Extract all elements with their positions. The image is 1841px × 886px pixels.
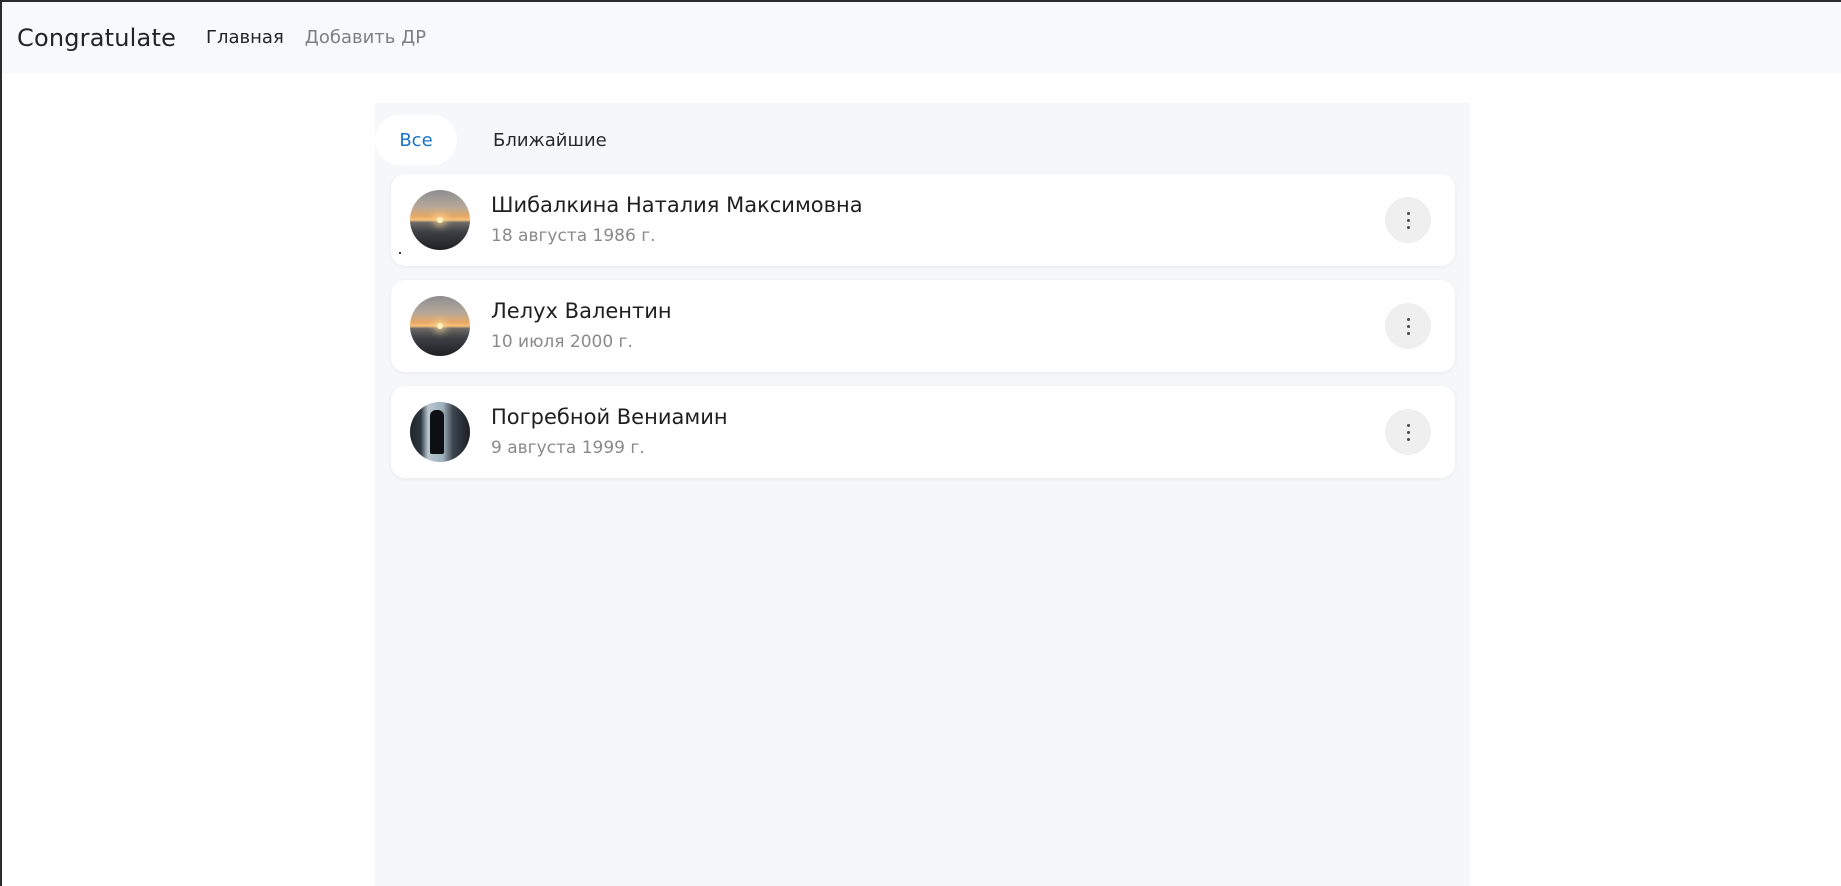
- more-vertical-icon: [1406, 423, 1410, 441]
- birth-date: 10 июля 2000 г.: [491, 332, 633, 352]
- birth-date: 18 августа 1986 г.: [491, 226, 656, 246]
- filter-tabs: Все Ближайшие: [375, 115, 607, 165]
- birthday-list: Шибалкина Наталия Максимовна 18 августа …: [391, 174, 1455, 492]
- birthdays-panel: Все Ближайшие Шибалкина Наталия Максимов…: [375, 103, 1470, 886]
- nav-link-home[interactable]: Главная: [206, 27, 284, 48]
- top-navbar: Congratulate Главная Добавить ДР: [2, 2, 1841, 73]
- more-options-button[interactable]: [1385, 197, 1431, 243]
- list-item[interactable]: Погребной Вениамин 9 августа 1999 г.: [391, 386, 1455, 478]
- person-name: Погребной Вениамин: [491, 405, 728, 429]
- avatar: [410, 296, 470, 356]
- nav-link-add-birthday[interactable]: Добавить ДР: [305, 27, 426, 48]
- more-options-button[interactable]: [1385, 409, 1431, 455]
- stray-dot: [399, 252, 401, 254]
- avatar: [410, 190, 470, 250]
- more-vertical-icon: [1406, 211, 1410, 229]
- more-options-button[interactable]: [1385, 303, 1431, 349]
- avatar: [410, 402, 470, 462]
- person-name: Лелух Валентин: [491, 299, 672, 323]
- tab-all[interactable]: Все: [375, 115, 457, 165]
- brand-logo[interactable]: Congratulate: [17, 24, 176, 52]
- birth-date: 9 августа 1999 г.: [491, 438, 645, 458]
- list-item[interactable]: Шибалкина Наталия Максимовна 18 августа …: [391, 174, 1455, 266]
- person-name: Шибалкина Наталия Максимовна: [491, 193, 863, 217]
- tab-upcoming[interactable]: Ближайшие: [493, 115, 607, 165]
- list-item[interactable]: Лелух Валентин 10 июля 2000 г.: [391, 280, 1455, 372]
- more-vertical-icon: [1406, 317, 1410, 335]
